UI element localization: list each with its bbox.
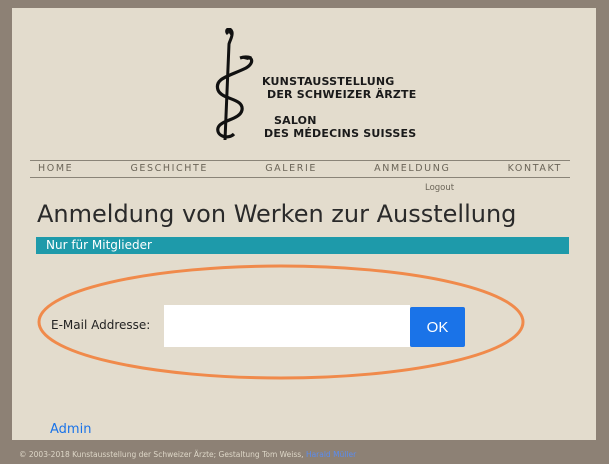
ok-button[interactable]: OK <box>410 307 465 347</box>
footer-text: © 2003-2018 Kunstausstellung der Schweiz… <box>19 450 304 459</box>
admin-link[interactable]: Admin <box>50 422 91 437</box>
logo-line-4: DES MÉDECINS SUISSES <box>264 127 417 140</box>
logo-line-1: KUNSTAUSSTELLUNG <box>262 75 395 88</box>
main-nav: HOME GESCHICHTE GALERIE ANMELDUNG KONTAK… <box>30 160 570 177</box>
logo-line-2: DER SCHWEIZER ÄRZTE <box>267 88 417 101</box>
footer: © 2003-2018 Kunstausstellung der Schweiz… <box>19 450 356 459</box>
email-label: E-Mail Addresse: <box>51 318 151 332</box>
nav-item-geschichte[interactable]: GESCHICHTE <box>130 160 208 177</box>
footer-author-link[interactable]: Harald Müller <box>306 450 356 459</box>
logo-line-3: SALON <box>274 114 317 127</box>
email-input[interactable] <box>164 305 410 347</box>
nav-item-kontakt[interactable]: KONTAKT <box>508 160 562 177</box>
nav-bottom-divider <box>30 177 570 178</box>
nav-item-anmeldung[interactable]: ANMELDUNG <box>374 160 450 177</box>
nav-item-galerie[interactable]: GALERIE <box>265 160 317 177</box>
members-only-bar: Nur für Mitglieder <box>36 237 569 254</box>
page-title: Anmeldung von Werken zur Ausstellung <box>37 200 517 228</box>
logout-link[interactable]: Logout <box>425 183 454 193</box>
nav-item-home[interactable]: HOME <box>38 160 73 177</box>
